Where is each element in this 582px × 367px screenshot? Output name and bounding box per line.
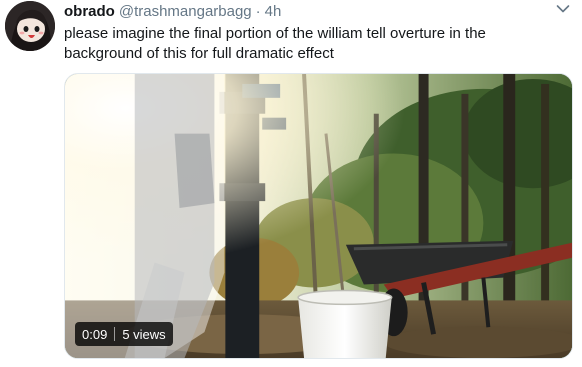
video-info-badge: 0:09 5 views [75, 322, 173, 346]
video-thumbnail [65, 74, 572, 358]
display-name[interactable]: obrado [64, 3, 115, 20]
timestamp[interactable]: 4h [265, 3, 282, 20]
separator-dot: · [255, 3, 261, 20]
chevron-down-icon[interactable] [556, 4, 570, 14]
avatar-image [5, 1, 55, 51]
view-count: 5 views [122, 326, 166, 342]
divider [114, 327, 116, 341]
tweet-text: please imagine the final portion of the … [64, 25, 486, 62]
user-handle[interactable]: @trashmangarbagg [119, 3, 252, 20]
video-player[interactable]: 0:09 5 views [64, 73, 573, 359]
avatar[interactable] [5, 1, 55, 51]
video-duration: 0:09 [82, 326, 108, 342]
tweet-card: obrado @trashmangarbagg · 4h please imag… [0, 0, 582, 367]
tweet-header: obrado @trashmangarbagg · 4h [64, 3, 281, 21]
